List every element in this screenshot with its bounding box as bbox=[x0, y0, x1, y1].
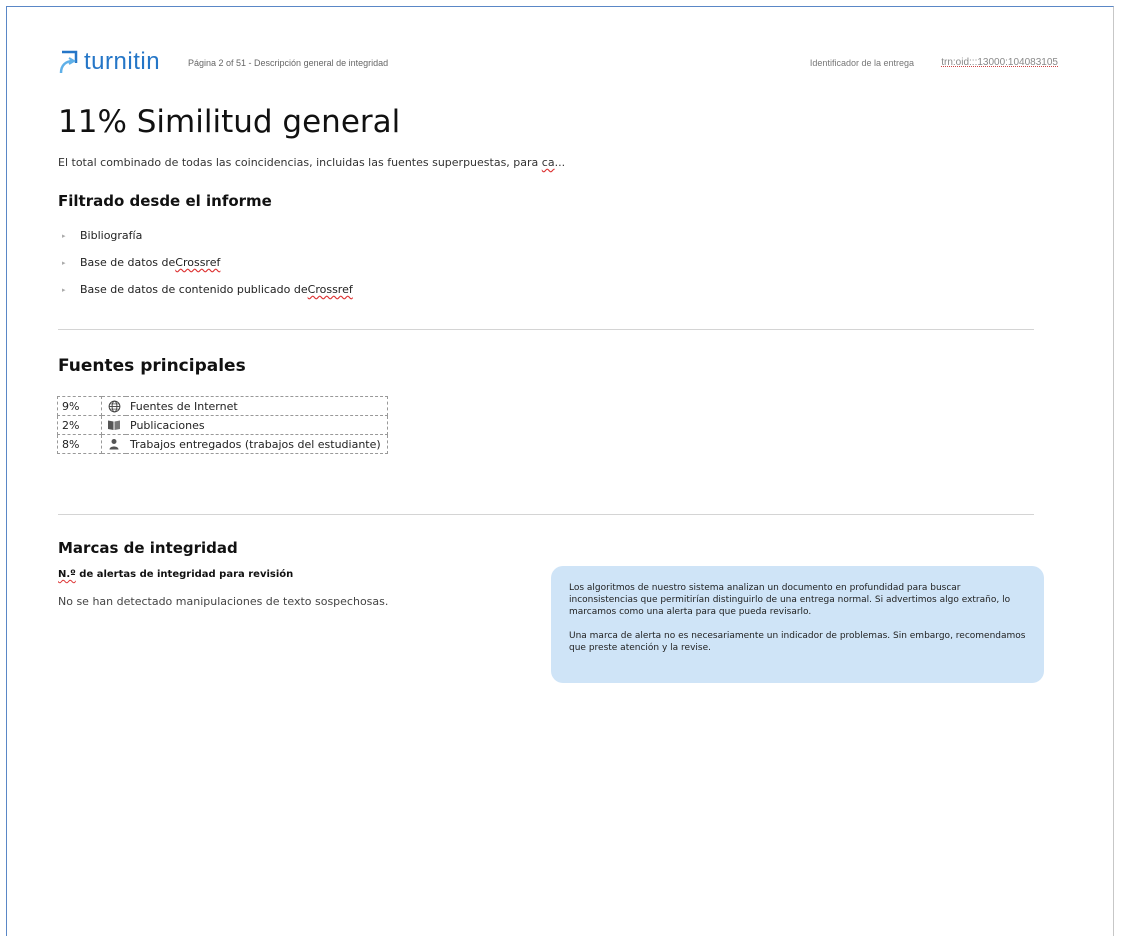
info-paragraph: Una marca de alerta no es necesariamente… bbox=[569, 631, 1026, 653]
globe-icon bbox=[108, 400, 120, 412]
similarity-description: El total combinado de todas las coincide… bbox=[58, 156, 565, 169]
filtered-item-crossref-published: ▸ Base de datos de contenido publicado d… bbox=[62, 283, 353, 310]
filtered-item-crossref: ▸ Base de datos de Crossref bbox=[62, 256, 353, 283]
logo-text: turnitin bbox=[84, 48, 161, 75]
description-ellipsis: ... bbox=[554, 156, 566, 169]
page-frame bbox=[6, 6, 1114, 936]
table-row: 8% Trabajos entregados (trabajos del est… bbox=[57, 434, 388, 454]
submission-id-value: trn:oid:::13000:104083105 bbox=[941, 57, 1058, 68]
source-percent: 9% bbox=[57, 396, 102, 416]
chevron-right-icon: ▸ bbox=[62, 232, 66, 240]
integrity-heading: Marcas de integridad bbox=[58, 539, 238, 557]
filtered-list: ▸ Bibliografía ▸ Base de datos de Crossr… bbox=[62, 229, 353, 310]
integrity-info-box: Los algoritmos de nuestro sistema analiz… bbox=[551, 566, 1044, 683]
info-paragraph: Los algoritmos de nuestro sistema analiz… bbox=[569, 583, 1011, 617]
filtered-item-label: Base de datos de bbox=[80, 256, 176, 269]
submission-id-label: Identificador de la entrega bbox=[809, 58, 914, 68]
table-row: 9% Fuentes de Internet bbox=[57, 396, 388, 416]
description-text: El total combinado de todas las coincide… bbox=[58, 156, 542, 169]
source-percent: 8% bbox=[57, 434, 102, 454]
filtered-item-bibliography: ▸ Bibliografía bbox=[62, 229, 353, 256]
table-row: 2% Publicaciones bbox=[57, 415, 388, 435]
sources-table: 9% Fuentes de Internet 2% Publicaciones … bbox=[57, 396, 388, 454]
report-header: turnitin Página 2 of 51 - Descripción ge… bbox=[58, 48, 1058, 78]
description-flagged-word: ca bbox=[541, 156, 555, 169]
filtered-item-flagged-word: Crossref bbox=[307, 283, 353, 296]
no-alerts-message: No se han detectado manipulaciones de te… bbox=[58, 595, 389, 608]
filtered-item-label: Bibliografía bbox=[80, 229, 143, 242]
turnitin-logo-icon bbox=[59, 50, 78, 74]
chevron-right-icon: ▸ bbox=[62, 286, 66, 294]
page-info: Página 2 of 51 - Descripción general de … bbox=[188, 58, 389, 68]
source-label: Publicaciones bbox=[126, 415, 388, 435]
source-label: Trabajos entregados (trabajos del estudi… bbox=[126, 434, 388, 454]
alerts-label-text: de alertas de integridad para revisión bbox=[75, 569, 294, 580]
section-divider bbox=[58, 329, 1034, 330]
section-divider bbox=[58, 514, 1034, 515]
filtered-heading: Filtrado desde el informe bbox=[58, 192, 272, 210]
source-label: Fuentes de Internet bbox=[126, 396, 388, 416]
turnitin-logo: turnitin bbox=[58, 48, 160, 76]
source-percent: 2% bbox=[57, 415, 102, 435]
filtered-item-flagged-word: Crossref bbox=[175, 256, 221, 269]
person-icon bbox=[109, 439, 119, 450]
book-icon bbox=[108, 420, 120, 430]
integrity-alerts-label: N.º de alertas de integridad para revisi… bbox=[58, 569, 293, 580]
filtered-item-label: Base de datos de contenido publicado de bbox=[80, 283, 308, 296]
sources-heading: Fuentes principales bbox=[58, 356, 246, 376]
alerts-label-flagged-word: N.º bbox=[58, 569, 76, 580]
chevron-right-icon: ▸ bbox=[62, 259, 66, 267]
similarity-title: 11% Similitud general bbox=[58, 104, 401, 140]
